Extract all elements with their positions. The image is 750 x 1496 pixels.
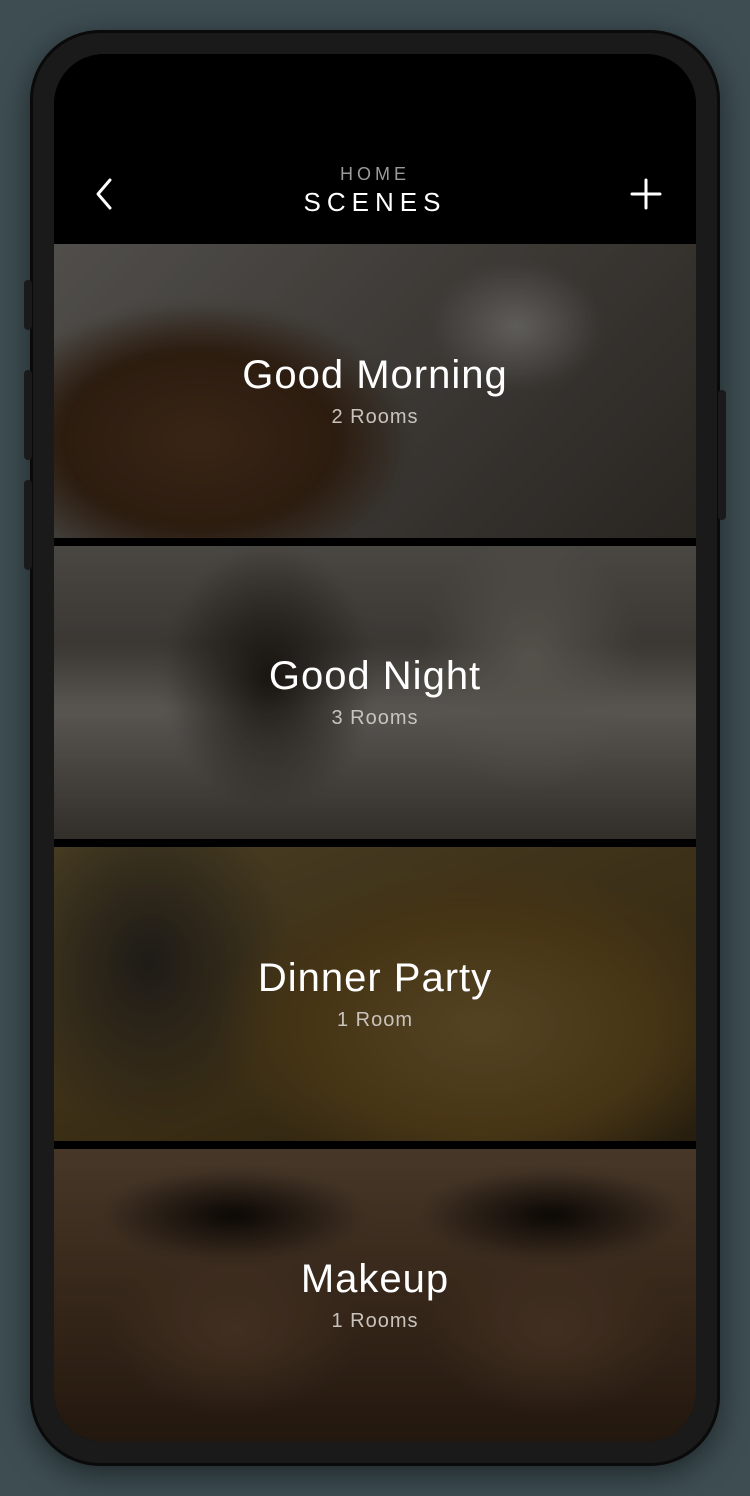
- header: HOME SCENES: [54, 54, 696, 244]
- scene-title: Dinner Party: [258, 956, 492, 1001]
- scene-subtitle: 1 Room: [337, 1009, 413, 1032]
- scene-subtitle: 3 Rooms: [331, 707, 418, 730]
- phone-side-button: [24, 480, 32, 570]
- scene-list: Good Morning 2 Rooms Good Night 3 Rooms …: [54, 244, 696, 1442]
- scene-title: Makeup: [301, 1257, 449, 1302]
- screen: HOME SCENES Good Morning 2 Rooms Good: [54, 54, 696, 1442]
- plus-icon: [629, 177, 663, 211]
- scene-card-dinner-party[interactable]: Dinner Party 1 Room: [54, 839, 696, 1141]
- scene-card-good-morning[interactable]: Good Morning 2 Rooms: [54, 244, 696, 538]
- phone-side-button: [24, 280, 32, 330]
- scene-subtitle: 1 Rooms: [331, 1310, 418, 1333]
- page-title: SCENES: [304, 187, 447, 218]
- phone-side-button: [24, 370, 32, 460]
- scene-subtitle: 2 Rooms: [331, 406, 418, 429]
- header-subtitle: HOME: [304, 164, 447, 185]
- scene-card-good-night[interactable]: Good Night 3 Rooms: [54, 538, 696, 840]
- scene-card-makeup[interactable]: Makeup 1 Rooms: [54, 1141, 696, 1443]
- back-button[interactable]: [82, 172, 126, 216]
- scene-title: Good Morning: [242, 353, 507, 398]
- phone-frame: HOME SCENES Good Morning 2 Rooms Good: [30, 30, 720, 1466]
- header-titles: HOME SCENES: [304, 164, 447, 218]
- chevron-left-icon: [92, 176, 116, 212]
- phone-side-button: [718, 390, 726, 520]
- add-button[interactable]: [624, 172, 668, 216]
- scene-title: Good Night: [269, 654, 481, 699]
